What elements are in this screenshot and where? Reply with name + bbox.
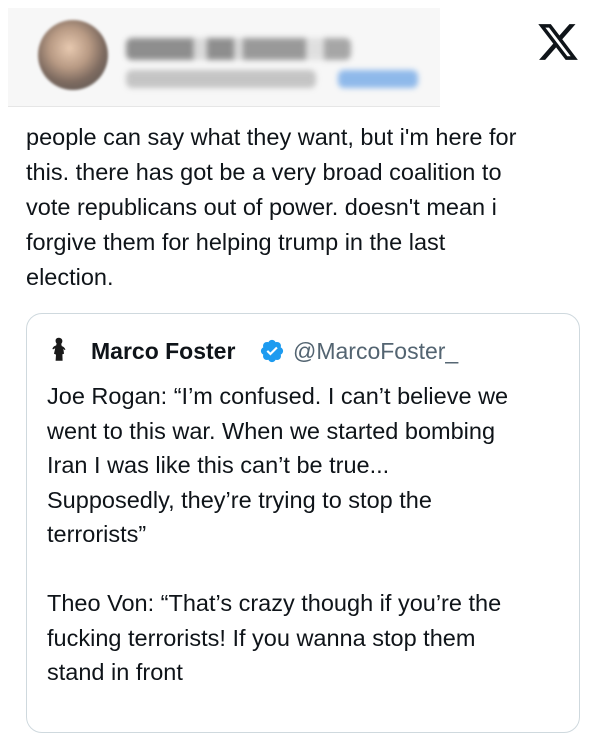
author-name-blurred[interactable] bbox=[126, 38, 351, 60]
tweet-text: people can say what they want, but i'm h… bbox=[26, 124, 517, 290]
follow-link-blurred[interactable] bbox=[338, 70, 418, 88]
verified-badge-icon bbox=[260, 339, 284, 363]
x-logo-icon[interactable] bbox=[536, 20, 580, 64]
quoted-author-name[interactable]: Marco Foster bbox=[91, 337, 235, 365]
quoted-author-handle[interactable]: @MarcoFoster_ bbox=[293, 337, 458, 365]
quoted-tweet[interactable]: Marco Foster @MarcoFoster_ Joe Rogan: “I… bbox=[26, 313, 580, 733]
statue-avatar-icon[interactable] bbox=[47, 336, 71, 362]
author-avatar[interactable] bbox=[38, 20, 108, 90]
quoted-tweet-text: Joe Rogan: “I’m confused. I can’t believ… bbox=[47, 383, 509, 685]
tweet-author-header bbox=[8, 8, 440, 107]
author-handle-blurred[interactable] bbox=[126, 70, 316, 88]
